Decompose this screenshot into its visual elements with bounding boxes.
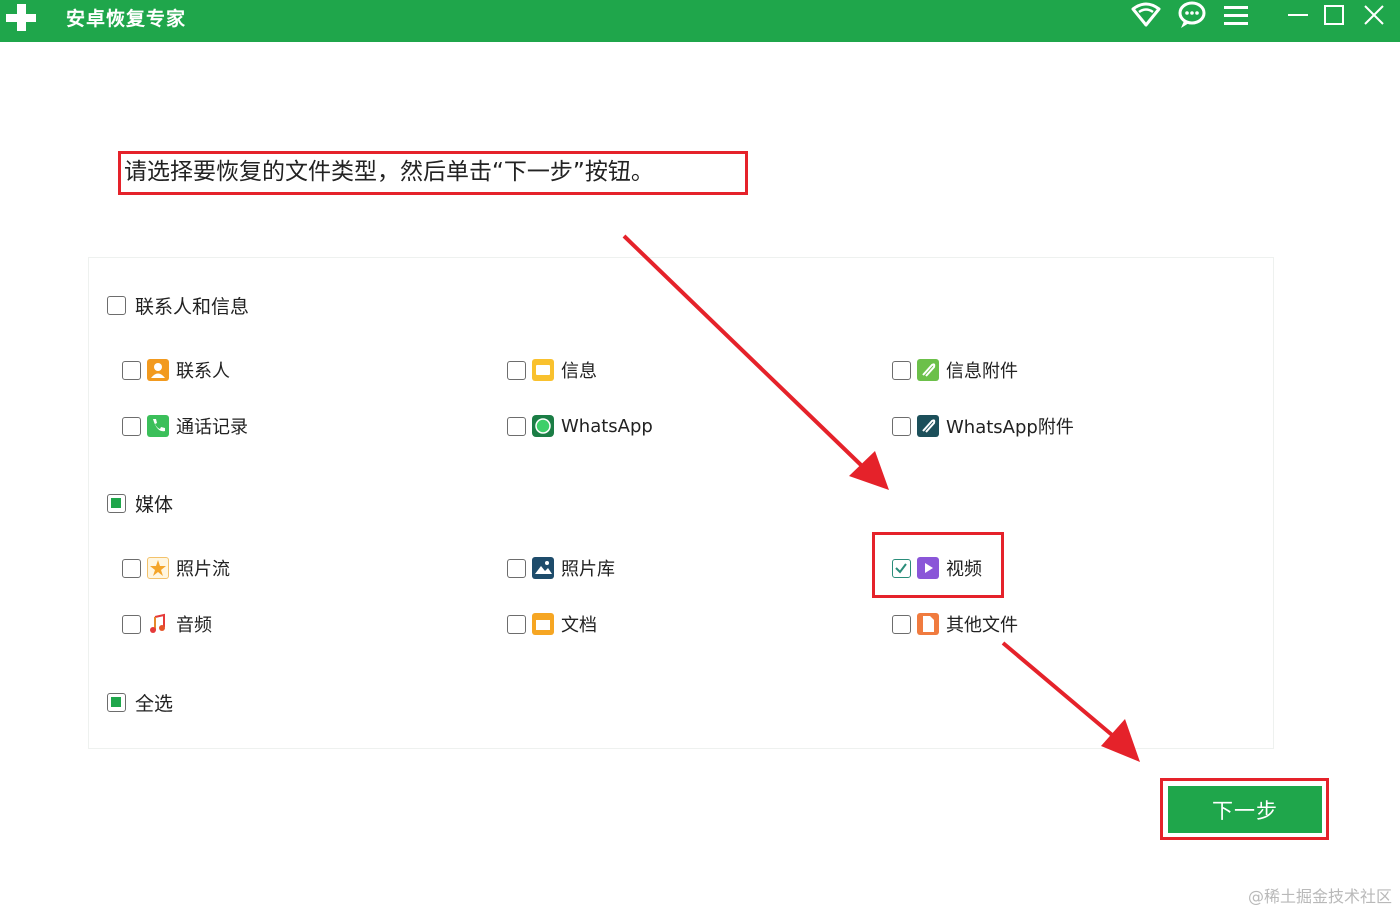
arrow-to-next xyxy=(1001,641,1140,762)
arrow-to-video xyxy=(622,234,889,490)
watermark: @稀土掘金技术社区 xyxy=(1247,887,1392,906)
annotation-arrows xyxy=(622,234,1140,762)
